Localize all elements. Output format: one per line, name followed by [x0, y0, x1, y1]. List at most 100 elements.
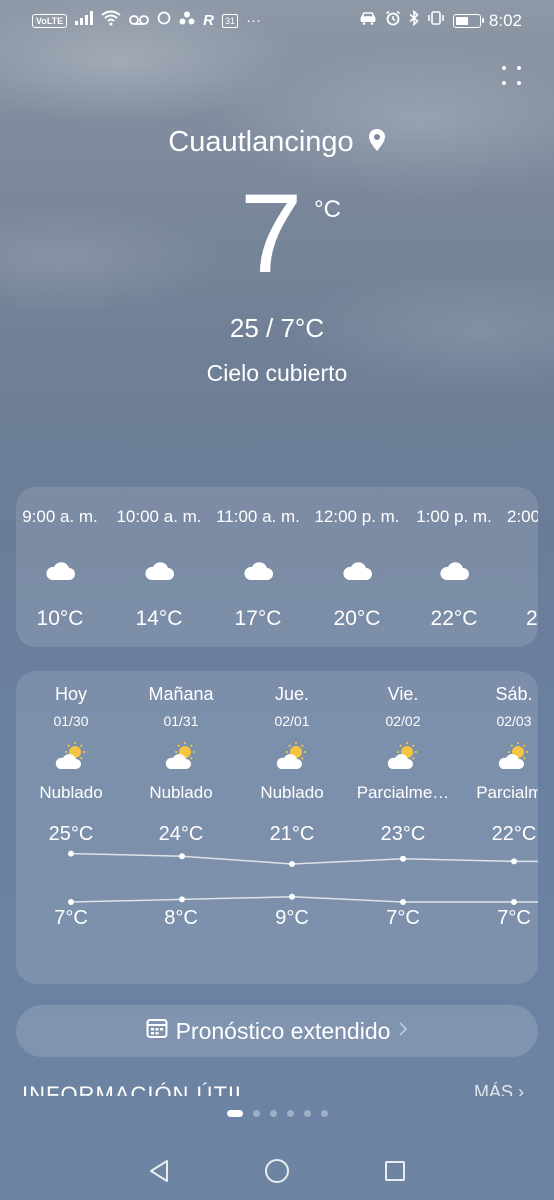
r-app-icon: R [203, 11, 215, 29]
hour-time: 2:00 [507, 507, 538, 526]
extended-forecast-button[interactable]: Pronóstico extendido [16, 1005, 538, 1057]
day-condition: Nublado [260, 783, 324, 802]
temperature-range: 25 / 7°C [229, 313, 325, 343]
current-condition: Cielo cubierto [206, 360, 348, 386]
dots-app-icon [179, 11, 195, 30]
day-high: 24°C [158, 823, 204, 845]
wifi-icon [101, 10, 121, 31]
location-name: Cuautlancingo [168, 126, 354, 158]
day-low: 7°C [386, 907, 420, 929]
day-condition: Parcialme… [356, 783, 450, 802]
alarm-icon [385, 10, 401, 31]
page-dot [252, 1110, 260, 1117]
hour-time: 10:00 a. m. [116, 507, 202, 526]
day-condition: Nublado [149, 783, 213, 802]
day-date: 02/03 [496, 713, 532, 729]
vibrate-icon [427, 11, 445, 30]
partly-cloudy-icon [16, 741, 126, 771]
voicemail-icon [129, 12, 150, 30]
location-pin-icon [368, 127, 386, 160]
battery-icon [452, 13, 484, 28]
more-link-label: MÁS [473, 1082, 513, 1096]
location-title[interactable]: Cuautlancingo [0, 126, 554, 160]
page-dot [320, 1110, 328, 1117]
high-temperature-point [511, 858, 517, 865]
hourly-forecast-card[interactable]: 9:00 a. m. 10°C 10:00 a. m. 14°C 11:00 a… [16, 487, 538, 647]
high-temperature-point [289, 861, 295, 867]
page-dot [269, 1110, 277, 1117]
daily-forecast-card[interactable]: Hoy 01/30 Nublado 25°C 7°C Mañana 01/31 … [16, 671, 538, 984]
bluetooth-icon [409, 9, 419, 31]
hour-temperature: 10°C [36, 607, 84, 630]
high-temperature-point [179, 853, 185, 860]
home-icon[interactable] [260, 1154, 294, 1188]
more-notifications-icon: ··· [246, 11, 262, 29]
day-high: 21°C [269, 823, 315, 845]
day-name: Jue. [274, 684, 310, 704]
navigation-bar [0, 1140, 554, 1200]
high-temperature-point [400, 855, 406, 862]
partly-cloudy-icon [459, 741, 538, 771]
status-bar: VoLTE R 31 ··· 8:02 [0, 0, 554, 40]
hour-time: 12:00 p. m. [314, 507, 400, 526]
useful-info-header: INFORMACIÓN ÚTIL MÁS › [22, 1082, 524, 1096]
signal-icon [75, 11, 94, 30]
low-temperature-point [400, 899, 406, 905]
hour-time: 1:00 p. m. [416, 507, 492, 526]
day-low: 9°C [275, 907, 309, 929]
day-low: 7°C [497, 907, 531, 929]
ring-icon [157, 11, 171, 30]
low-temperature-line [70, 896, 538, 903]
low-temperature-point [68, 899, 74, 905]
sun-icon [530, 561, 538, 587]
partly-cloudy-icon [237, 741, 347, 771]
day-condition: Parcialme [476, 783, 538, 802]
hour-temperature: 20°C [333, 607, 381, 630]
day-high: 25°C [48, 823, 94, 845]
partly-cloudy-icon [348, 741, 458, 771]
day-date: 02/02 [385, 713, 421, 729]
day-name: Vie. [387, 684, 419, 704]
chevron-right-icon [398, 1020, 408, 1043]
day-condition: Nublado [39, 783, 103, 802]
high-temperature-points [68, 850, 517, 867]
hour-time: 11:00 a. m. [216, 507, 300, 526]
high-temperature-line [70, 852, 538, 865]
cloud-icon [208, 561, 308, 581]
hour-temperature: 22°C [430, 607, 478, 630]
current-temperature: 7 [240, 171, 303, 296]
back-icon[interactable] [142, 1154, 176, 1188]
day-high: 23°C [380, 823, 426, 845]
day-name: Sáb. [495, 684, 533, 704]
partly-cloudy-icon [126, 741, 236, 771]
page-dot [303, 1110, 311, 1117]
low-temperature-points [68, 893, 517, 905]
cloud-icon [307, 561, 407, 581]
hour-temperature: 2 [526, 607, 538, 630]
cloud-icon [16, 561, 110, 581]
extended-forecast-label: Pronóstico extendido [175, 1017, 391, 1044]
low-temperature-point [179, 896, 185, 903]
low-temperature-point [511, 899, 517, 905]
calendar-icon: 31 [222, 13, 239, 28]
hour-temperature: 17°C [234, 607, 282, 630]
day-low: 7°C [54, 907, 88, 929]
volte-badge: VoLTE [32, 13, 68, 28]
day-date: 01/30 [53, 713, 89, 729]
status-time: 8:02 [488, 10, 522, 30]
recents-icon[interactable] [378, 1154, 412, 1188]
day-name: Mañana [148, 684, 214, 704]
page-indicator [0, 1110, 554, 1117]
calendar-icon [146, 1017, 168, 1045]
car-icon [359, 11, 377, 30]
hour-temperature: 14°C [135, 607, 183, 630]
high-temperature-point [68, 850, 74, 857]
useful-info-title: INFORMACIÓN ÚTIL [22, 1082, 249, 1096]
page-dot-active [226, 1110, 243, 1117]
day-name: Hoy [54, 684, 87, 704]
cloud-icon [404, 561, 504, 581]
low-temperature-point [289, 893, 295, 900]
menu-dots-icon[interactable] [502, 66, 524, 88]
more-link[interactable]: MÁS › [474, 1082, 524, 1096]
day-low: 8°C [164, 907, 198, 929]
